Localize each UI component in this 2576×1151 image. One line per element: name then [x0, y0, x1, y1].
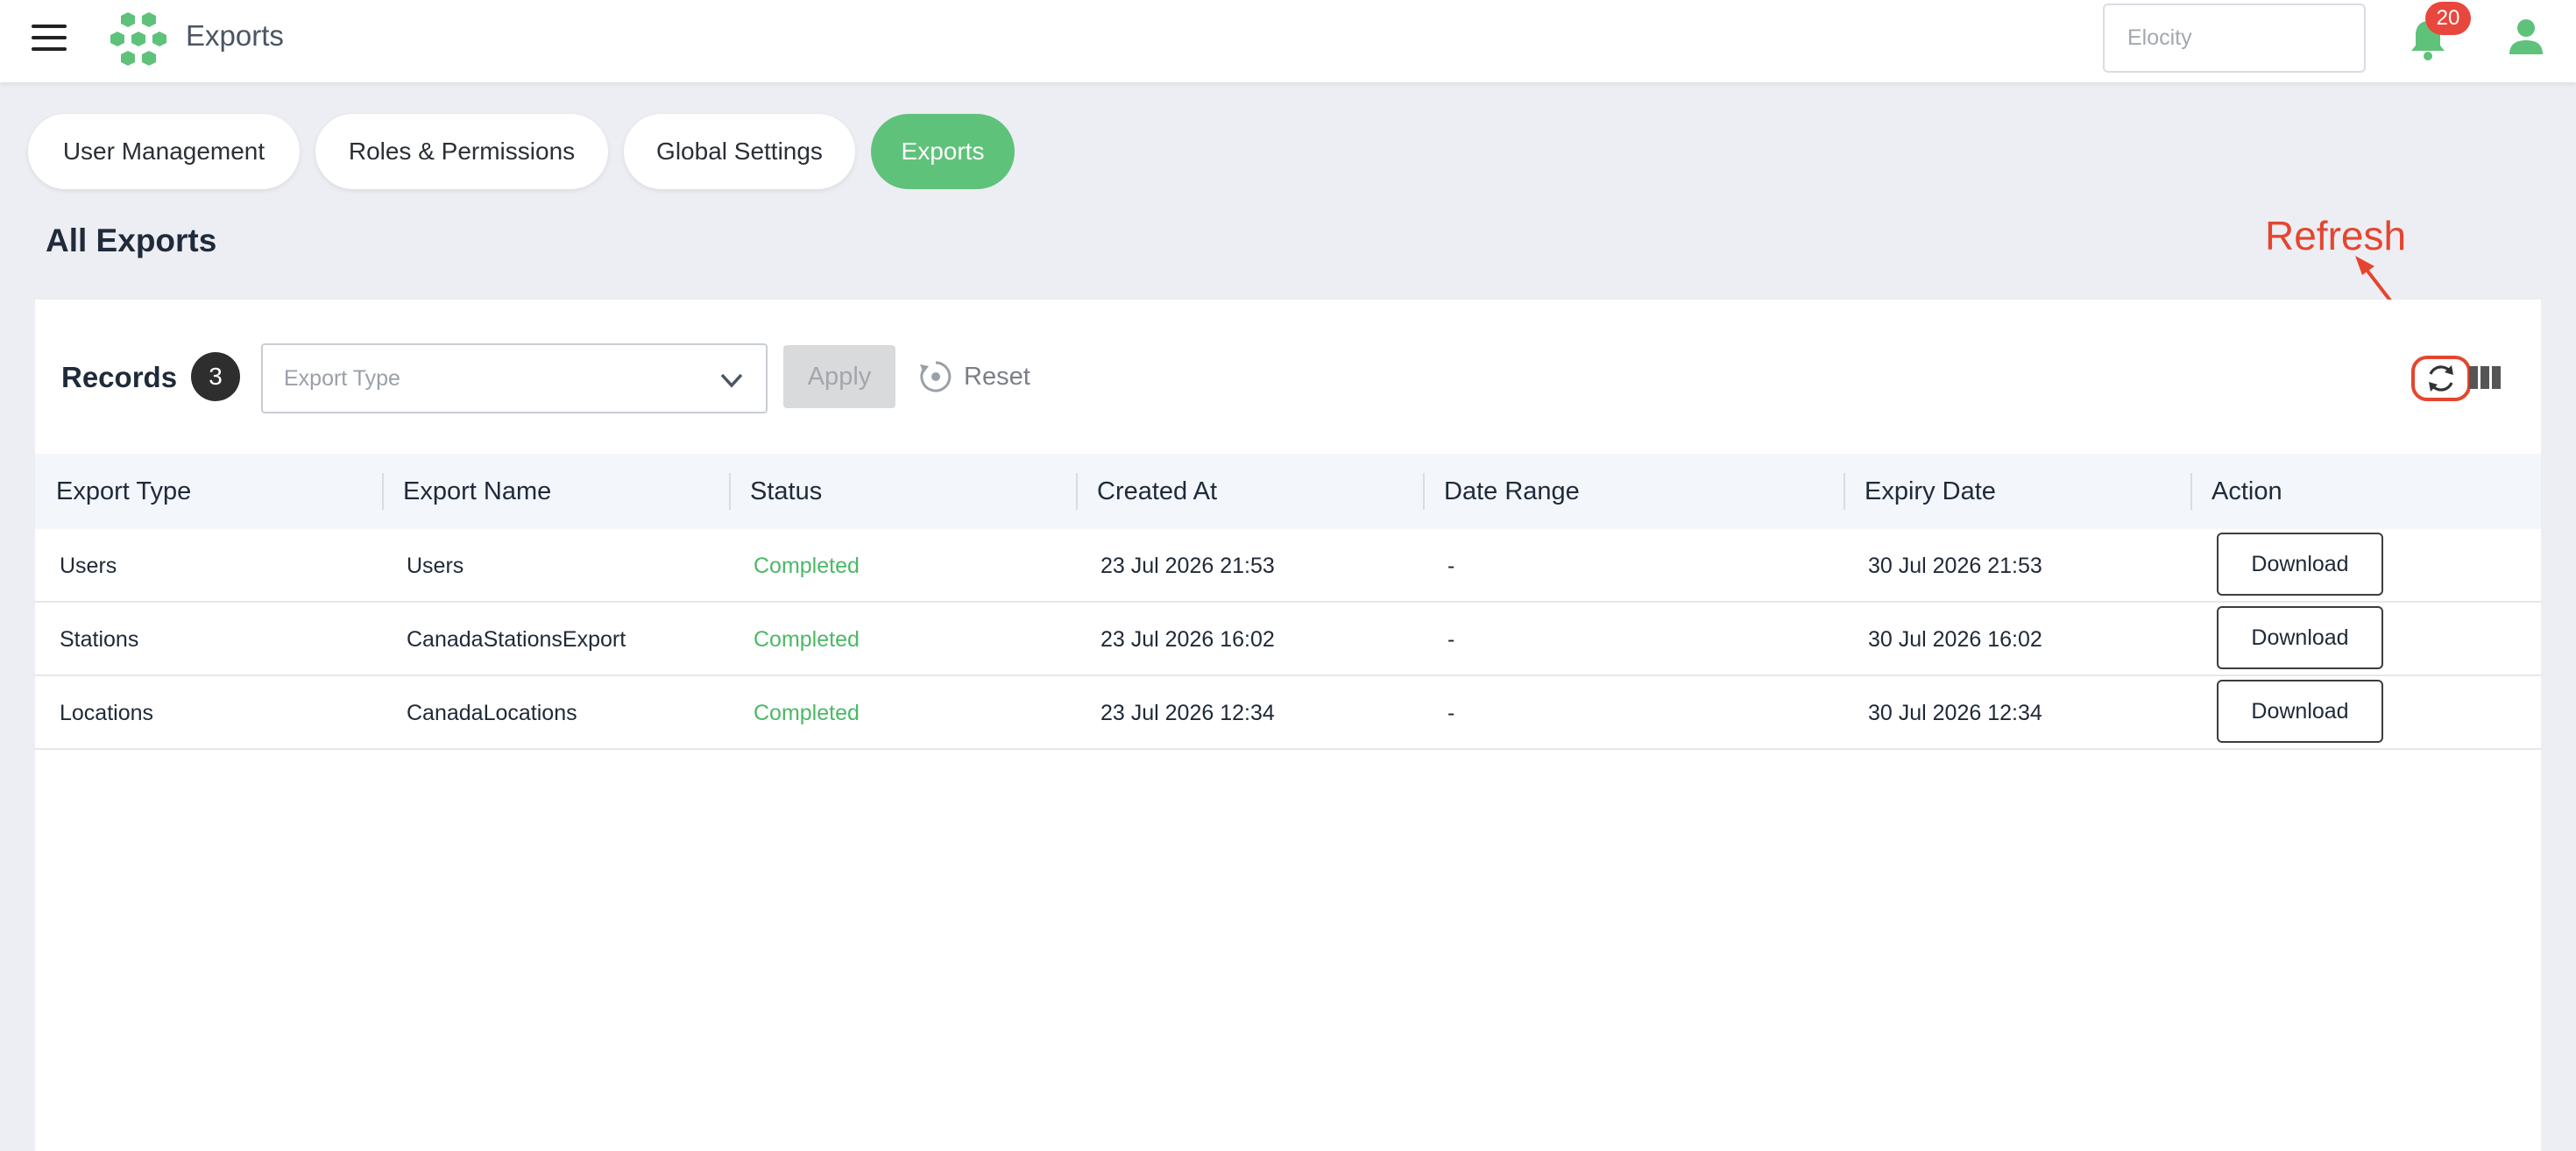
column-header-action: Action [2212, 477, 2282, 505]
columns-icon[interactable] [2469, 364, 2501, 391]
cell-export-name: CanadaLocations [407, 701, 577, 725]
export-type-placeholder: Export Type [284, 366, 400, 391]
cell-created-at: 23 Jul 2026 12:34 [1100, 701, 1275, 725]
table-header: Export Type Export Name Status Created A… [35, 454, 2541, 529]
cell-export-name: Users [407, 554, 464, 578]
records-count-badge: 3 [191, 352, 240, 401]
cell-expiry-date: 30 Jul 2026 21:53 [1868, 554, 2042, 578]
export-type-select[interactable]: Export Type [261, 343, 768, 413]
download-button[interactable]: Download [2217, 533, 2383, 596]
column-header-expiry-date[interactable]: Expiry Date [1844, 454, 1996, 529]
column-header-date-range[interactable]: Date Range [1423, 454, 1580, 529]
exports-panel: Records 3 Export Type Apply Reset Export… [35, 300, 2541, 1151]
cell-date-range: - [1447, 627, 1455, 652]
refresh-icon [2429, 365, 2453, 392]
cell-created-at: 23 Jul 2026 16:02 [1100, 627, 1275, 652]
tab-global-settings[interactable]: Global Settings [624, 114, 855, 189]
menu-icon[interactable] [32, 25, 67, 54]
search-input[interactable] [2103, 4, 2366, 73]
cell-status: Completed [754, 554, 860, 578]
apply-button[interactable]: Apply [783, 345, 895, 408]
user-avatar-icon[interactable] [2508, 18, 2544, 56]
app-title: Exports [186, 19, 284, 52]
column-header-export-name[interactable]: Export Name [382, 454, 551, 529]
cell-created-at: 23 Jul 2026 21:53 [1100, 554, 1275, 578]
reset-icon[interactable] [918, 359, 953, 394]
cell-export-type: Stations [60, 627, 139, 652]
cell-export-type: Locations [60, 701, 154, 725]
records-label: Records [61, 361, 178, 393]
cell-export-name: CanadaStationsExport [407, 627, 626, 652]
logo-icon [110, 12, 166, 66]
cell-status: Completed [754, 627, 860, 652]
table-row: Locations CanadaLocations Completed 23 J… [35, 676, 2541, 750]
column-header-export-type[interactable]: Export Type [35, 454, 191, 529]
cell-expiry-date: 30 Jul 2026 16:02 [1868, 627, 2042, 652]
chevron-down-icon [720, 373, 743, 388]
notification-badge: 20 [2425, 2, 2471, 35]
cell-date-range: - [1447, 701, 1455, 725]
exports-table: Export Type Export Name Status Created A… [35, 454, 2541, 750]
page-title: All Exports [46, 222, 217, 258]
cell-date-range: - [1447, 554, 1455, 578]
cell-export-type: Users [60, 554, 117, 578]
cell-expiry-date: 30 Jul 2026 12:34 [1868, 701, 2042, 725]
column-header-status[interactable]: Status [729, 454, 822, 529]
tab-roles-permissions[interactable]: Roles & Permissions [315, 114, 608, 189]
table-row: Users Users Completed 23 Jul 2026 21:53 … [35, 529, 2541, 603]
tab-user-management[interactable]: User Management [28, 114, 300, 189]
cell-status: Completed [754, 701, 860, 725]
tab-exports[interactable]: Exports [871, 114, 1015, 189]
download-button[interactable]: Download [2217, 606, 2383, 669]
table-row: Stations CanadaStationsExport Completed … [35, 603, 2541, 676]
download-button[interactable]: Download [2217, 680, 2383, 743]
annotation-label: Refresh [2265, 213, 2407, 258]
top-bar: Exports 20 [0, 0, 2576, 82]
column-header-created-at[interactable]: Created At [1076, 454, 1217, 529]
reset-button[interactable]: Reset [964, 363, 1030, 392]
refresh-button[interactable] [2411, 356, 2471, 401]
